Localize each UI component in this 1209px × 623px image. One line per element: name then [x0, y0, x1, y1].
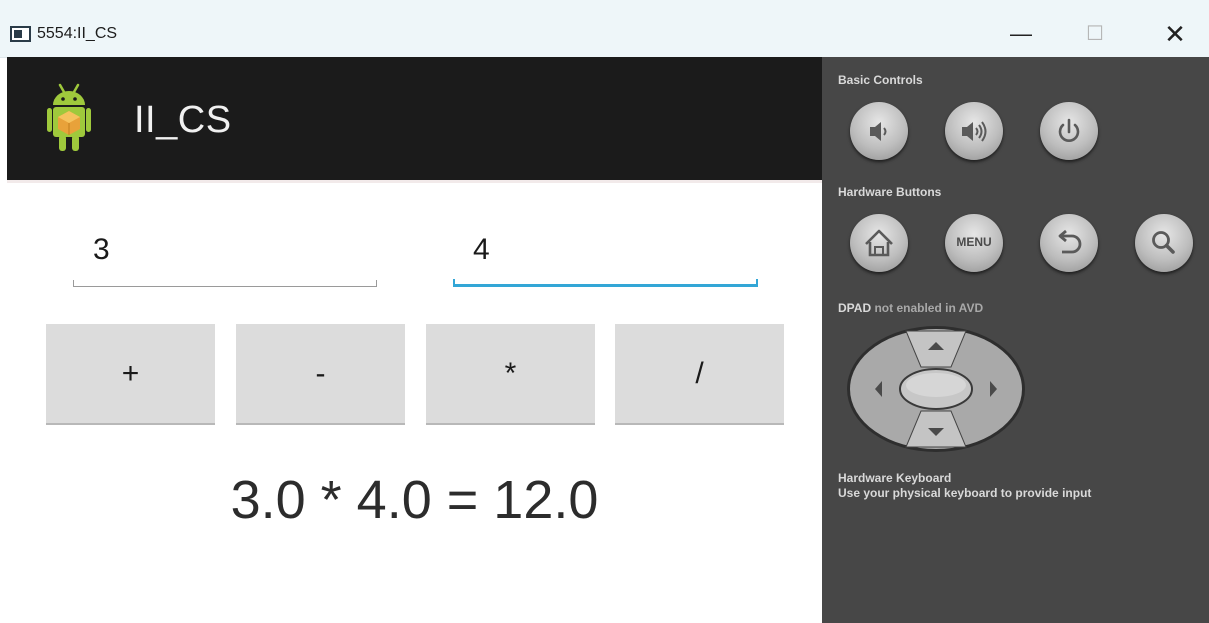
volume-down-icon — [870, 122, 887, 141]
app-title: II_CS — [134, 99, 232, 141]
first-number-value: 3 — [93, 233, 110, 266]
dpad-label-bold: DPAD — [838, 301, 872, 315]
home-icon — [865, 229, 893, 257]
hardware-keyboard-description: Use your physical keyboard to provide in… — [838, 486, 1092, 500]
divide-button[interactable]: / — [615, 324, 784, 425]
emulator-window-icon — [10, 26, 31, 42]
volume-down-button[interactable] — [850, 102, 908, 160]
title-bar: 5554:II_CS — ☐ ✕ — [0, 0, 1209, 58]
device-screen: II_CS 3 4 + - * / 3.0 * 4.0 = 12.0 — [7, 57, 822, 623]
back-icon — [1058, 229, 1082, 254]
window-title: 5554:II_CS — [37, 25, 118, 42]
power-button[interactable] — [1040, 102, 1098, 160]
hardware-buttons-label: Hardware Buttons — [838, 185, 942, 199]
volume-up-icon — [962, 121, 987, 142]
minimize-button[interactable]: — — [996, 14, 1046, 54]
maximize-button[interactable]: ☐ — [1070, 14, 1120, 54]
android-icon — [47, 83, 91, 151]
hardware-keyboard-label: Hardware Keyboard — [838, 471, 952, 485]
emulator-window: 5554:II_CS — ☐ ✕ II_CS 3 4 + - * / 3.0 *… — [0, 0, 1209, 623]
dpad-control — [847, 326, 1025, 452]
volume-up-button[interactable] — [945, 102, 1003, 160]
dpad-label: DPAD not enabled in AVD — [838, 301, 983, 315]
back-button[interactable] — [1040, 214, 1098, 272]
subtract-button[interactable]: - — [236, 324, 405, 425]
close-button[interactable]: ✕ — [1150, 14, 1200, 54]
basic-controls-label: Basic Controls — [838, 73, 923, 87]
power-icon — [1058, 118, 1080, 142]
second-number-value: 4 — [473, 233, 490, 266]
search-button[interactable] — [1135, 214, 1193, 272]
multiply-button[interactable]: * — [426, 324, 595, 425]
emulator-control-panel: Basic Controls Hardware Buttons MENU DPA… — [822, 57, 1209, 623]
dpad-label-rest: not enabled in AVD — [871, 301, 984, 315]
input-underline — [73, 280, 377, 287]
first-number-input[interactable]: 3 — [73, 227, 377, 287]
search-icon — [1152, 231, 1175, 254]
home-button[interactable] — [850, 214, 908, 272]
second-number-input[interactable]: 4 — [453, 227, 758, 287]
result-text: 3.0 * 4.0 = 12.0 — [230, 470, 599, 530]
input-underline-focused — [453, 279, 758, 287]
add-button[interactable]: + — [46, 324, 215, 425]
menu-button[interactable]: MENU — [945, 214, 1003, 272]
menu-button-label: MENU — [956, 235, 992, 249]
action-bar: II_CS — [7, 57, 822, 183]
